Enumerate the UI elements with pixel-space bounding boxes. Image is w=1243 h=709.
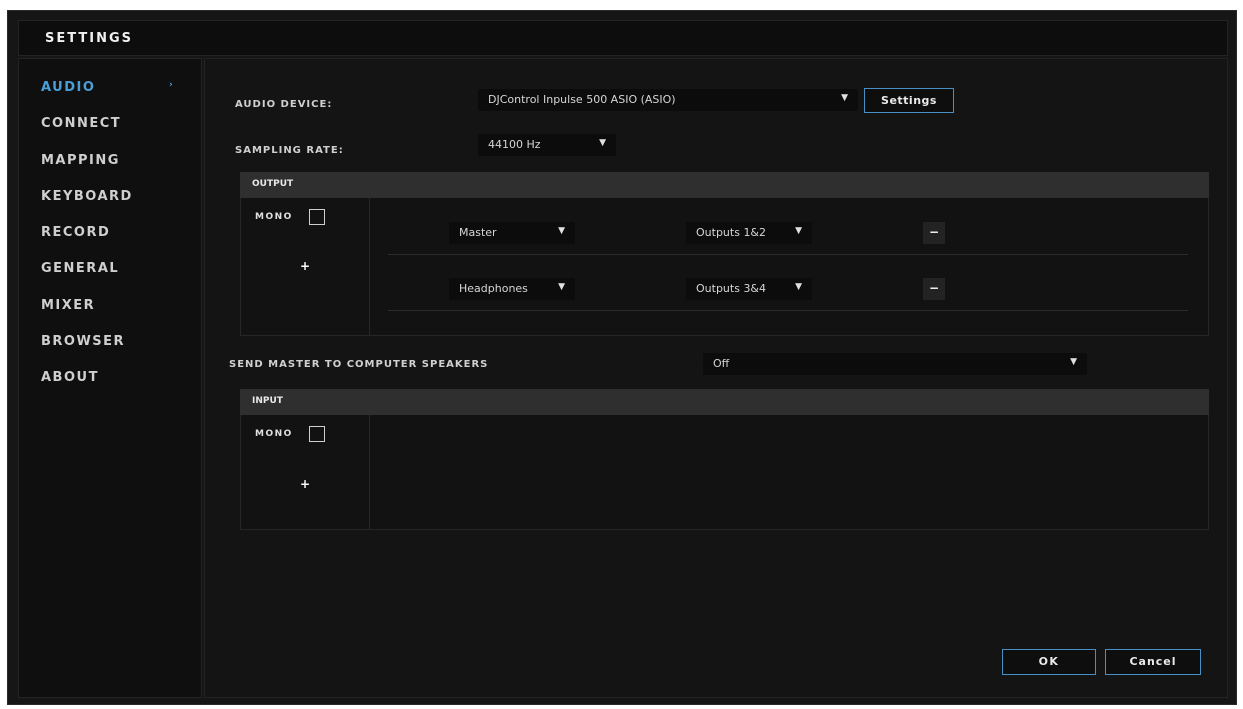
output-channel-dropdown[interactable]: Headphones ▼	[449, 278, 575, 300]
ok-button[interactable]: OK	[1002, 649, 1096, 675]
output-routing-dropdown[interactable]: Outputs 3&4 ▼	[686, 278, 812, 300]
sidebar-item-record[interactable]: RECORD	[41, 225, 191, 245]
input-section: MONO +	[240, 415, 1209, 530]
sidebar-item-mixer[interactable]: MIXER	[41, 298, 191, 318]
audio-device-value: DJControl Inpulse 500 ASIO (ASIO)	[488, 93, 676, 106]
output-mono-label: MONO	[255, 212, 293, 222]
sampling-rate-value: 44100 Hz	[488, 138, 541, 151]
audio-settings-panel: AUDIO DEVICE: DJControl Inpulse 500 ASIO…	[204, 58, 1228, 698]
sidebar-item-connect[interactable]: CONNECT	[41, 116, 191, 136]
row-divider	[388, 254, 1188, 255]
output-channel-value: Headphones	[459, 282, 528, 295]
sampling-rate-label: SAMPLING RATE:	[235, 145, 344, 156]
sidebar: AUDIO › CONNECT MAPPING KEYBOARD RECORD …	[18, 58, 202, 698]
sidebar-item-general[interactable]: GENERAL	[41, 261, 191, 281]
output-mono-column: MONO +	[241, 198, 370, 335]
dropdown-arrow-icon: ▼	[795, 226, 802, 236]
send-master-dropdown[interactable]: Off ▼	[703, 353, 1087, 375]
window-title: SETTINGS	[45, 31, 134, 46]
input-mono-column: MONO +	[241, 415, 370, 529]
sidebar-item-label: KEYBOARD	[41, 189, 133, 204]
dropdown-arrow-icon: ▼	[795, 282, 802, 292]
sidebar-item-audio[interactable]: AUDIO ›	[41, 80, 191, 100]
add-input-button[interactable]: +	[295, 474, 315, 494]
output-routing-value: Outputs 3&4	[696, 282, 767, 295]
audio-device-dropdown[interactable]: DJControl Inpulse 500 ASIO (ASIO) ▼	[478, 89, 858, 111]
row-divider	[388, 310, 1188, 311]
input-mono-label: MONO	[255, 429, 293, 439]
output-channel-dropdown[interactable]: Master ▼	[449, 222, 575, 244]
dropdown-arrow-icon: ▼	[558, 282, 565, 292]
sidebar-item-label: AUDIO	[41, 80, 96, 95]
sidebar-item-label: GENERAL	[41, 261, 120, 276]
output-section: MONO + Master ▼ Outputs 1&2 ▼ − Headphon…	[240, 198, 1209, 336]
sidebar-item-keyboard[interactable]: KEYBOARD	[41, 189, 191, 209]
sidebar-item-label: RECORD	[41, 225, 111, 240]
output-channel-value: Master	[459, 226, 497, 239]
dropdown-arrow-icon: ▼	[841, 93, 848, 103]
sidebar-item-label: MAPPING	[41, 153, 120, 168]
remove-output-button[interactable]: −	[923, 222, 945, 244]
output-routing-dropdown[interactable]: Outputs 1&2 ▼	[686, 222, 812, 244]
output-routing-value: Outputs 1&2	[696, 226, 767, 239]
audio-device-label: AUDIO DEVICE:	[235, 99, 333, 110]
sidebar-item-mapping[interactable]: MAPPING	[41, 153, 191, 173]
dropdown-arrow-icon: ▼	[599, 138, 606, 148]
dropdown-arrow-icon: ▼	[1070, 357, 1077, 367]
settings-window: SETTINGS AUDIO › CONNECT MAPPING KEYBOAR…	[7, 10, 1237, 705]
chevron-right-icon: ›	[169, 80, 175, 90]
output-section-header: OUTPUT	[240, 172, 1209, 198]
remove-output-button[interactable]: −	[923, 278, 945, 300]
sampling-rate-dropdown[interactable]: 44100 Hz ▼	[478, 134, 616, 156]
input-mono-checkbox[interactable]	[309, 426, 325, 442]
sidebar-item-browser[interactable]: BROWSER	[41, 334, 191, 354]
dropdown-arrow-icon: ▼	[558, 226, 565, 236]
audio-device-settings-button[interactable]: Settings	[864, 88, 954, 113]
input-section-header: INPUT	[240, 389, 1209, 415]
output-mono-checkbox[interactable]	[309, 209, 325, 225]
cancel-button[interactable]: Cancel	[1105, 649, 1201, 675]
add-output-button[interactable]: +	[295, 256, 315, 276]
sidebar-item-label: BROWSER	[41, 334, 126, 349]
output-section-title: OUTPUT	[252, 179, 294, 189]
send-master-value: Off	[713, 357, 730, 370]
sidebar-item-label: MIXER	[41, 298, 96, 313]
input-section-title: INPUT	[252, 396, 283, 406]
sidebar-item-about[interactable]: ABOUT	[41, 370, 191, 390]
send-master-label: SEND MASTER TO COMPUTER SPEAKERS	[229, 359, 489, 370]
sidebar-item-label: CONNECT	[41, 116, 122, 131]
title-bar: SETTINGS	[18, 20, 1228, 56]
sidebar-item-label: ABOUT	[41, 370, 99, 385]
